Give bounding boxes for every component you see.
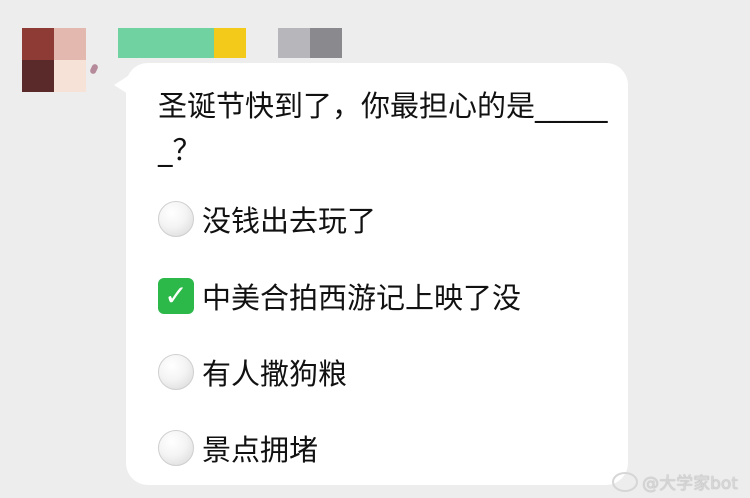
sender-name-redacted [278,28,310,58]
decoration-mark [89,63,99,75]
poll-option[interactable]: 没钱出去玩了 [158,199,376,239]
poll-option-label: 中美合拍西游记上映了没 [202,281,522,315]
avatar[interactable] [22,28,86,92]
check-box-icon[interactable]: ✓ [158,278,194,314]
watermark-text: @大学家bot [642,474,738,494]
avatar-pixel [22,60,54,92]
radio-empty-icon[interactable] [158,201,194,237]
poll-option-label: 有人撒狗粮 [202,357,348,391]
avatar-pixel [22,28,54,60]
sender-name-redacted [310,28,342,58]
sender-name-redacted [118,28,214,58]
poll-question: 圣诞节快到了，你最担心的是______？ [158,89,608,167]
radio-empty-icon[interactable] [158,354,194,390]
poll-option-label: 没钱出去玩了 [202,204,377,238]
avatar-pixel [54,28,86,60]
poll-option-selected[interactable]: ✓ 中美合拍西游记上映了没 [158,276,521,316]
poll-option-label: 景点拥堵 [202,433,319,467]
sender-name-redacted [214,28,246,58]
watermark: @大学家bot [612,469,738,494]
radio-empty-icon[interactable] [158,430,194,466]
poll-option[interactable]: 有人撒狗粮 [158,352,347,392]
poll-option[interactable]: 景点拥堵 [158,428,318,468]
avatar-pixel [54,60,86,92]
weibo-icon [612,471,639,492]
